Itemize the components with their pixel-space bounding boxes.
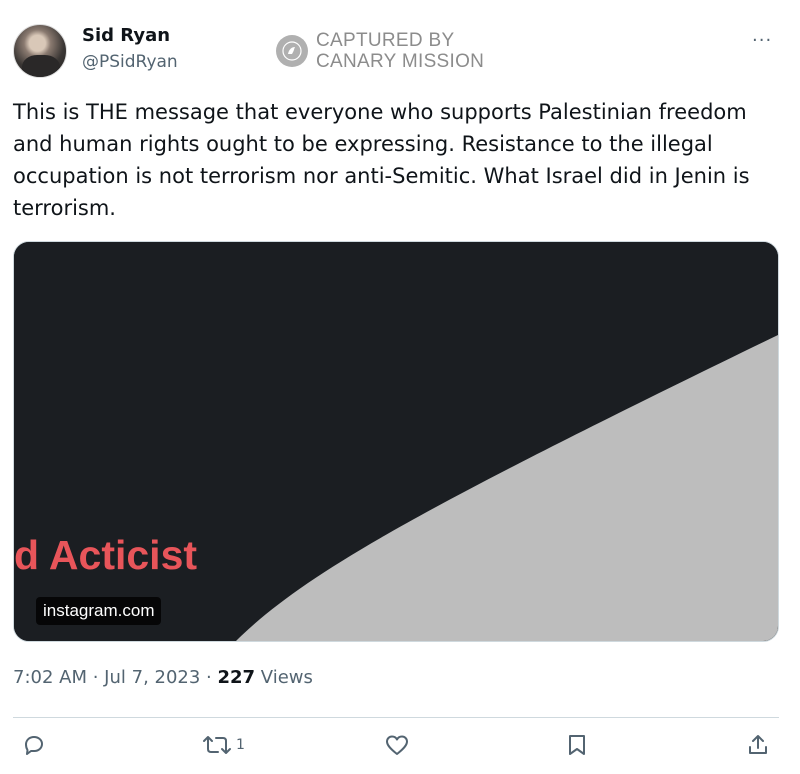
views-label: Views xyxy=(255,667,313,688)
media-caption: d Acticist xyxy=(14,532,198,578)
watermark: CAPTURED BY CANARY MISSION xyxy=(276,30,484,72)
heart-icon xyxy=(386,735,408,755)
media-card[interactable]: d Acticist instagram.com xyxy=(13,241,779,642)
media-link[interactable]: instagram.com xyxy=(36,597,162,625)
canary-logo-icon xyxy=(276,35,308,67)
meta-separator: · xyxy=(200,667,218,688)
author-handle[interactable]: @PSidRyan xyxy=(82,52,178,72)
author-name[interactable]: Sid Ryan xyxy=(82,25,170,46)
meta-separator: · xyxy=(87,667,105,688)
reply-icon xyxy=(25,736,43,755)
tweet-date[interactable]: Jul 7, 2023 xyxy=(104,667,200,688)
bookmark-icon xyxy=(569,735,585,755)
share-button[interactable] xyxy=(746,733,770,757)
tweet-text: This is THE message that everyone who su… xyxy=(13,100,750,220)
watermark-line-2: CANARY MISSION xyxy=(316,51,485,72)
retweet-icon xyxy=(203,736,231,754)
watermark-line-1: CAPTURED BY xyxy=(316,30,455,51)
tweet-meta: 7:02 AM · Jul 7, 2023 · 227 Views xyxy=(13,667,313,688)
share-icon xyxy=(749,735,767,754)
like-button[interactable] xyxy=(384,733,410,757)
retweet-count: 1 xyxy=(236,737,245,753)
reply-button[interactable] xyxy=(22,733,46,757)
tweet-time[interactable]: 7:02 AM xyxy=(13,667,87,688)
media-image xyxy=(14,242,778,641)
views-count: 227 xyxy=(217,667,256,688)
retweet-button[interactable]: 1 xyxy=(201,733,245,757)
avatar[interactable] xyxy=(13,24,67,78)
bookmark-button[interactable] xyxy=(566,733,588,757)
more-options-icon[interactable]: ... xyxy=(752,25,772,46)
divider xyxy=(13,717,779,718)
